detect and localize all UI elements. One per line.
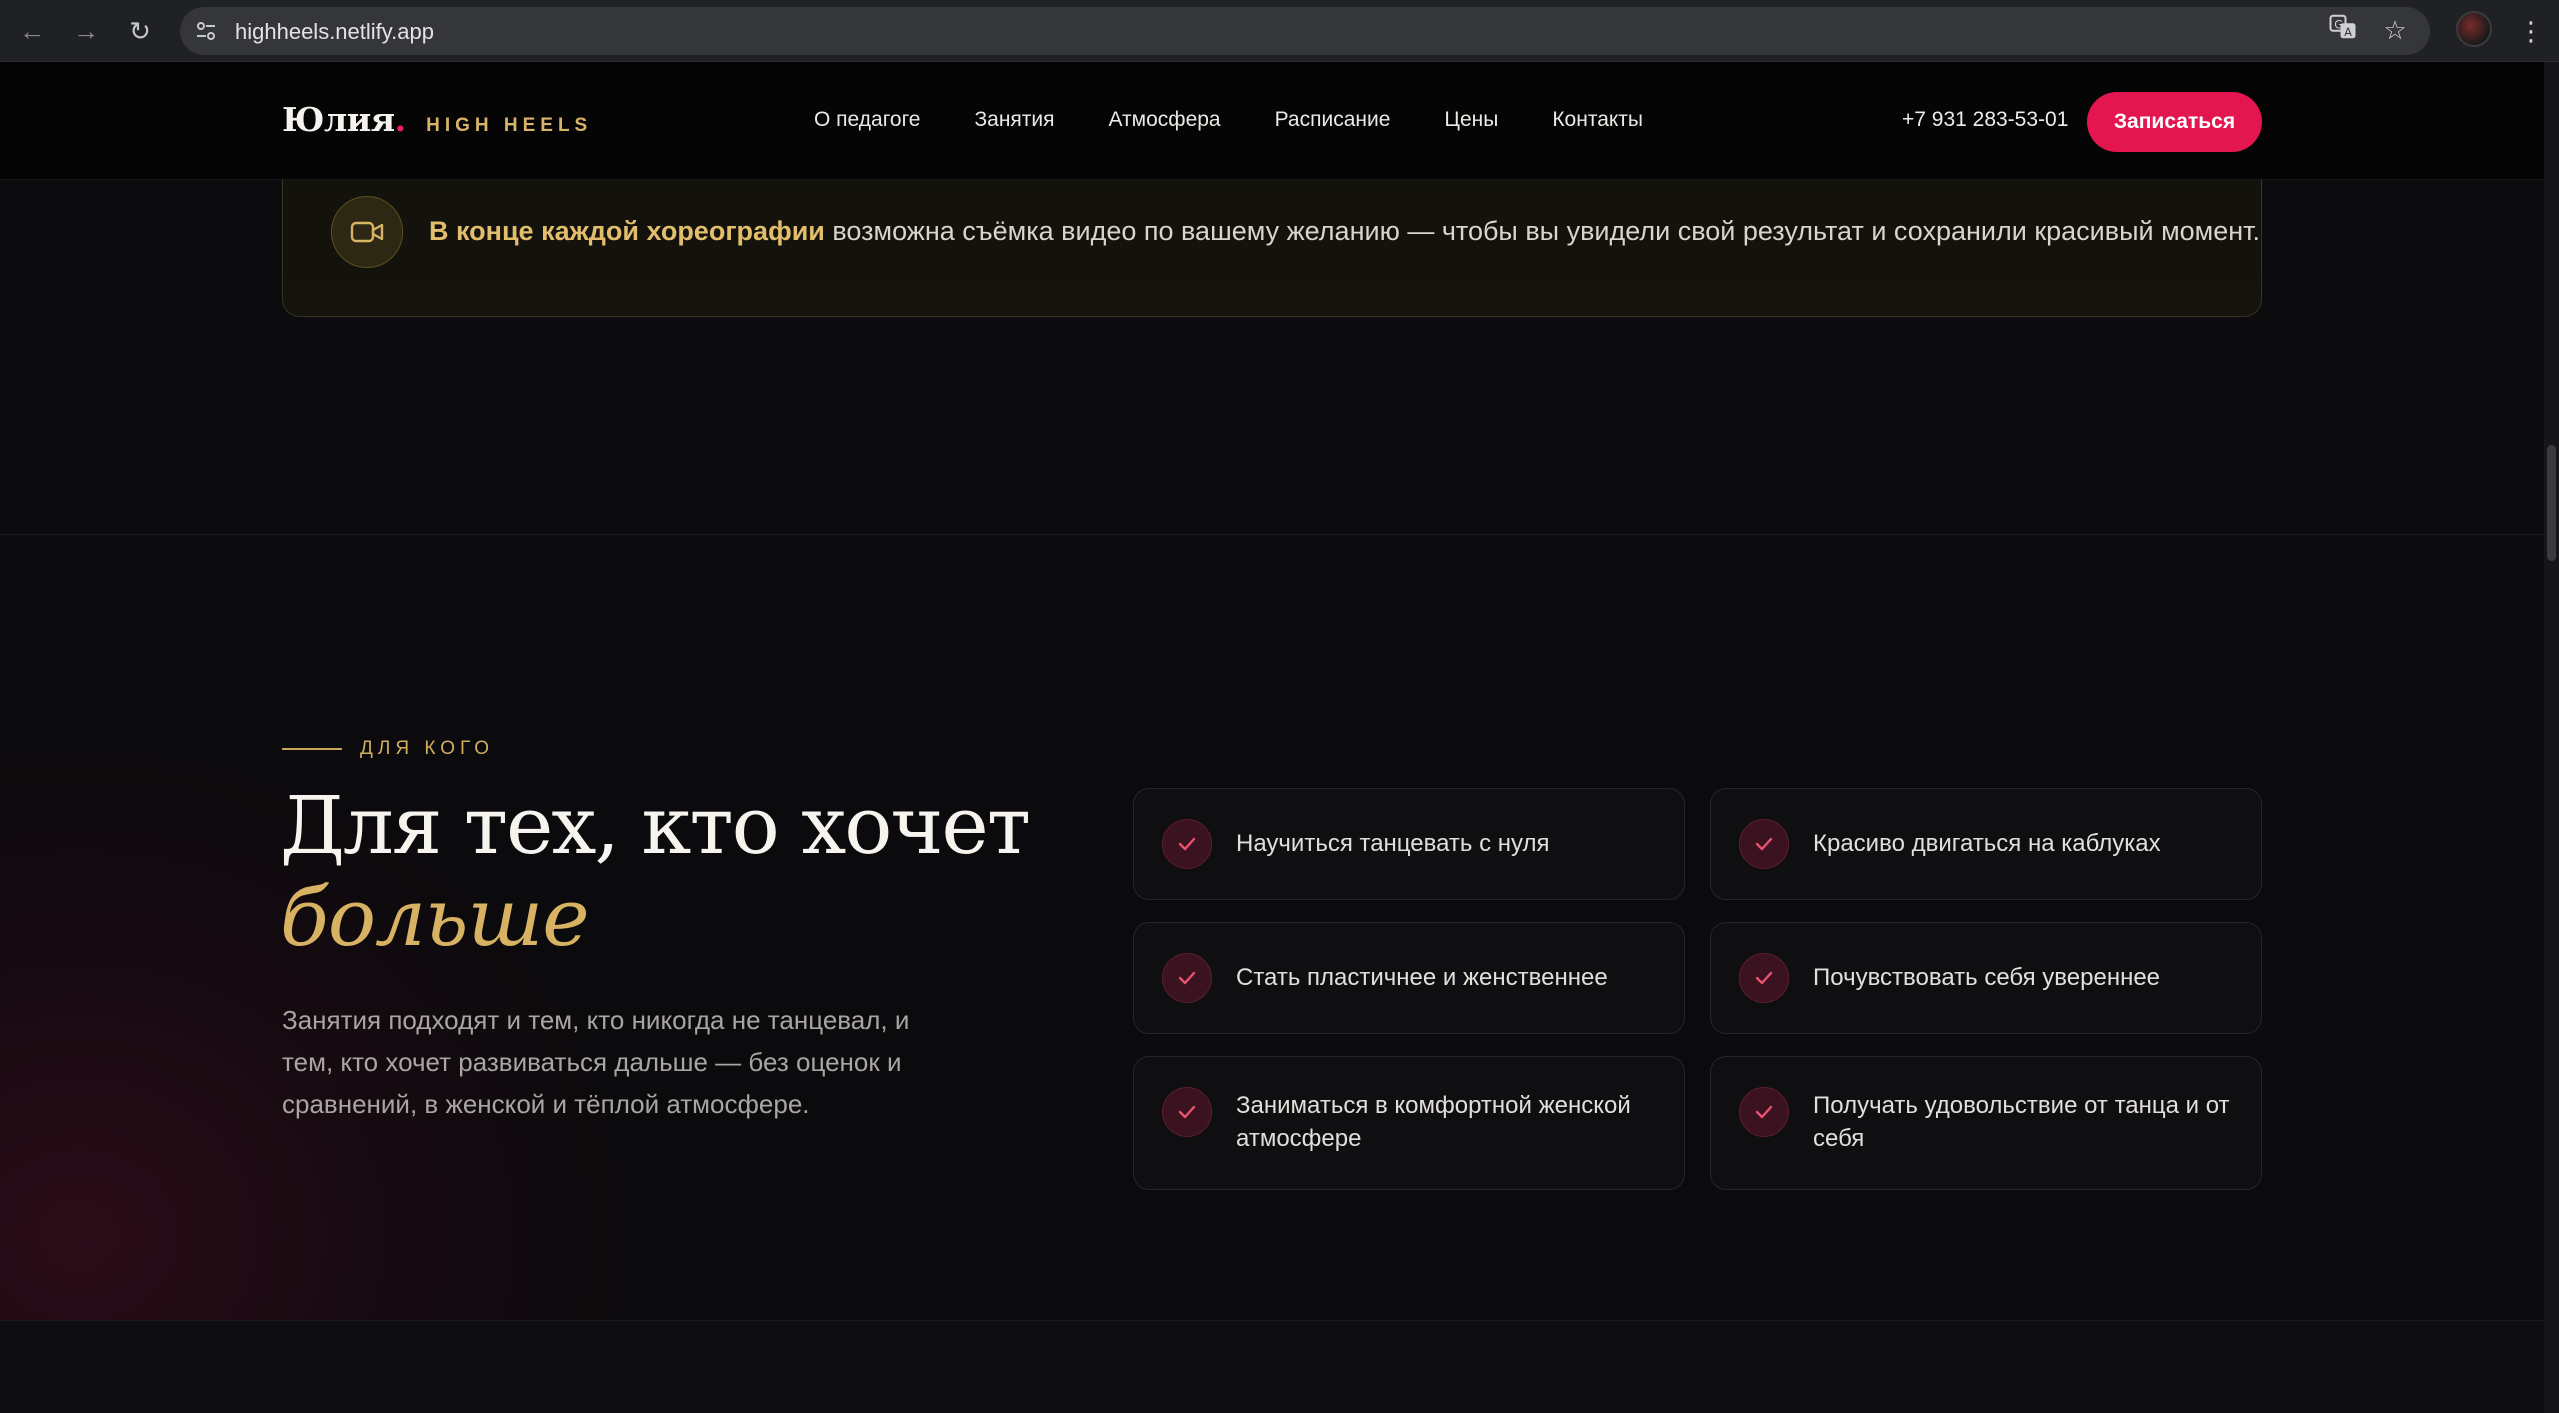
page-viewport: В конце каждой хореографии возможна съём… <box>0 62 2544 1413</box>
site-header: Юлия. HIGH HEELS О педагоге Занятия Атмо… <box>0 62 2544 180</box>
kebab-menu-icon[interactable]: ⋮ <box>2516 12 2546 50</box>
nav-item-atmosphere[interactable]: Атмосфера <box>1109 108 1221 132</box>
svg-text:A: A <box>2344 26 2352 39</box>
nav-item-schedule[interactable]: Расписание <box>1275 108 1391 132</box>
nav-item-prices[interactable]: Цены <box>1444 108 1498 132</box>
url-text[interactable]: highheels.netlify.app <box>235 19 434 45</box>
section-eyebrow: ДЛЯ КОГО <box>282 738 494 760</box>
check-icon <box>1739 953 1789 1003</box>
audience-section: ДЛЯ КОГО Для тех, кто хочет больше Занят… <box>0 535 2544 1320</box>
benefit-label: Научиться танцевать с нуля <box>1236 830 1550 857</box>
main-nav: О педагоге Занятия Атмосфера Расписание … <box>814 108 1643 132</box>
benefit-label: Заниматься в комфортной женской атмосфер… <box>1236 1092 1631 1152</box>
benefit-card: Получать удовольствие от танца и от себя <box>1710 1056 2262 1190</box>
nav-item-teacher[interactable]: О педагоге <box>814 108 920 132</box>
benefit-card: Почувствовать себя увереннее <box>1710 922 2262 1034</box>
check-icon <box>1162 953 1212 1003</box>
eyebrow-line <box>282 748 342 750</box>
bookmark-star-icon[interactable]: ☆ <box>2376 11 2414 49</box>
check-icon <box>1739 1087 1789 1137</box>
section-title: Для тех, кто хочет <box>280 779 1031 872</box>
check-icon <box>1162 1087 1212 1137</box>
check-icon <box>1739 819 1789 869</box>
notice-strong: В конце каждой хореографии <box>429 216 825 246</box>
benefit-card: Заниматься в комфортной женской атмосфер… <box>1133 1056 1685 1190</box>
benefit-card: Научиться танцевать с нуля <box>1133 788 1685 900</box>
check-icon <box>1162 819 1212 869</box>
notice-body: возможна съёмка видео по вашему желанию … <box>824 216 2261 246</box>
page-scrollbar[interactable] <box>2544 62 2559 1413</box>
translate-icon[interactable]: G A <box>2328 12 2358 42</box>
benefit-label: Стать пластичнее и женственнее <box>1236 964 1608 991</box>
notice-text: В конце каждой хореографии возможна съём… <box>429 216 2260 247</box>
logo-subtitle: HIGH HEELS <box>426 115 593 136</box>
section-title-accent: больше <box>280 871 590 964</box>
scrollbar-thumb[interactable] <box>2547 445 2556 561</box>
forward-arrow-icon[interactable]: → <box>68 13 104 49</box>
logo-dot: . <box>394 100 407 139</box>
benefit-label: Красиво двигаться на каблуках <box>1813 830 2161 857</box>
profile-avatar[interactable] <box>2456 11 2492 47</box>
signup-button[interactable]: Записаться <box>2087 92 2262 152</box>
video-camera-icon <box>331 196 403 268</box>
reload-icon[interactable]: ↻ <box>122 13 158 49</box>
eyebrow-text: ДЛЯ КОГО <box>360 738 494 759</box>
address-bar[interactable]: highheels.netlify.app G A ☆ <box>180 7 2430 55</box>
section-lead: Занятия подходят и тем, кто никогда не т… <box>282 1005 910 1119</box>
nav-item-contacts[interactable]: Контакты <box>1552 108 1643 132</box>
browser-toolbar: ← → ↻ highheels.netlify.app G A ☆ ⋮ <box>0 0 2559 62</box>
nav-item-classes[interactable]: Занятия <box>974 108 1054 132</box>
back-arrow-icon[interactable]: ← <box>14 13 50 49</box>
logo[interactable]: Юлия. HIGH HEELS <box>282 100 592 139</box>
logo-name: Юлия <box>282 100 395 139</box>
site-settings-icon[interactable] <box>194 19 218 43</box>
benefit-label: Почувствовать себя увереннее <box>1813 964 2161 991</box>
benefit-card: Стать пластичнее и женственнее <box>1133 922 1685 1034</box>
benefit-label: Получать удовольствие от танца и от себя <box>1813 1092 2230 1152</box>
phone-link[interactable]: +7 931 283-53-01 <box>1902 108 2068 132</box>
next-section <box>0 1320 2544 1413</box>
benefit-card: Красиво двигаться на каблуках <box>1710 788 2262 900</box>
